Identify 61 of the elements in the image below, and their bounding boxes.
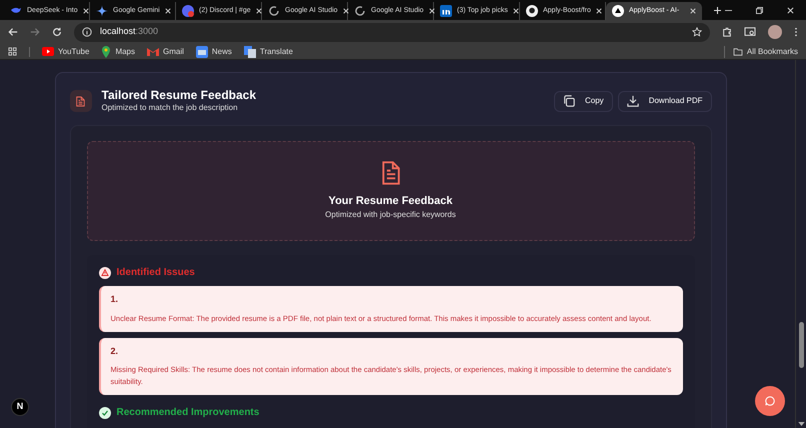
map-pin-icon: [101, 46, 112, 58]
document-icon: [76, 96, 85, 106]
action-button[interactable]: Copy: [554, 90, 613, 112]
close-icon[interactable]: [342, 8, 349, 14]
mail-icon: [147, 47, 159, 56]
download-icon: [626, 95, 639, 107]
bookmark-link[interactable]: Gmail: [147, 46, 184, 58]
loading-icon: [268, 5, 280, 17]
reload-icon[interactable]: [52, 27, 62, 37]
apps-grid-icon[interactable]: [8, 47, 17, 56]
card-title: Tailored Resume Feedback: [102, 88, 256, 102]
forward-icon[interactable]: [30, 27, 40, 37]
chat-button[interactable]: [755, 386, 785, 416]
linkedin-icon: [440, 5, 452, 17]
banner-title: Your Resume Feedback: [328, 194, 452, 209]
close-icon[interactable]: [164, 8, 171, 14]
profile-avatar[interactable]: [768, 25, 782, 39]
action-button[interactable]: Download PDF: [618, 90, 712, 112]
issue-number: 1.: [110, 293, 120, 306]
bookmark-link[interactable]: News: [196, 46, 232, 58]
chat-app-icon: [182, 5, 194, 17]
close-icon[interactable]: [690, 8, 696, 14]
warning-icon: [98, 266, 110, 278]
banner-subtitle: Optimized with job-specific keywords: [325, 209, 456, 222]
news-icon: [196, 46, 208, 58]
issue-number: 2.: [110, 344, 120, 358]
extensions-icon[interactable]: [722, 27, 732, 37]
sparkle-icon: [96, 5, 108, 17]
close-icon[interactable]: [256, 8, 262, 14]
dev-tools-badge[interactable]: N: [11, 398, 29, 416]
url-text: localhost:3000: [100, 25, 158, 38]
youtube-icon: [42, 47, 54, 56]
close-icon[interactable]: [428, 8, 435, 14]
translate-icon: [244, 46, 256, 58]
folder-icon: [732, 48, 743, 56]
restore-icon[interactable]: [756, 6, 763, 14]
back-icon[interactable]: [8, 27, 18, 37]
new-tab-icon[interactable]: [714, 7, 721, 14]
all-bookmarks-button[interactable]: All Bookmarks: [724, 46, 798, 58]
menu-icon[interactable]: [794, 27, 798, 37]
document-icon: [381, 160, 400, 185]
section-heading: Recommended Improvements: [116, 406, 260, 420]
info-icon[interactable]: [82, 27, 92, 37]
close-icon[interactable]: [512, 8, 519, 14]
bookmark-link[interactable]: Maps: [101, 46, 135, 58]
check-icon: [98, 406, 110, 418]
address-bar[interactable]: localhost:3000: [74, 22, 710, 42]
close-icon[interactable]: [787, 6, 794, 14]
cast-icon[interactable]: [744, 27, 756, 37]
chat-bubble-icon: [765, 396, 775, 406]
star-icon[interactable]: [692, 27, 702, 37]
close-icon[interactable]: [596, 8, 602, 14]
close-icon[interactable]: [82, 8, 89, 14]
copy-icon: [563, 95, 575, 107]
scrollbar-thumb[interactable]: [798, 322, 804, 368]
card-subtitle: Optimized to match the job description: [102, 102, 239, 114]
bookmark-link[interactable]: YouTube: [42, 46, 90, 58]
bookmark-link[interactable]: Translate: [244, 46, 293, 58]
loading-icon: [354, 5, 366, 17]
scroll-down-icon[interactable]: [798, 422, 804, 426]
section-heading: Identified Issues: [116, 266, 195, 280]
